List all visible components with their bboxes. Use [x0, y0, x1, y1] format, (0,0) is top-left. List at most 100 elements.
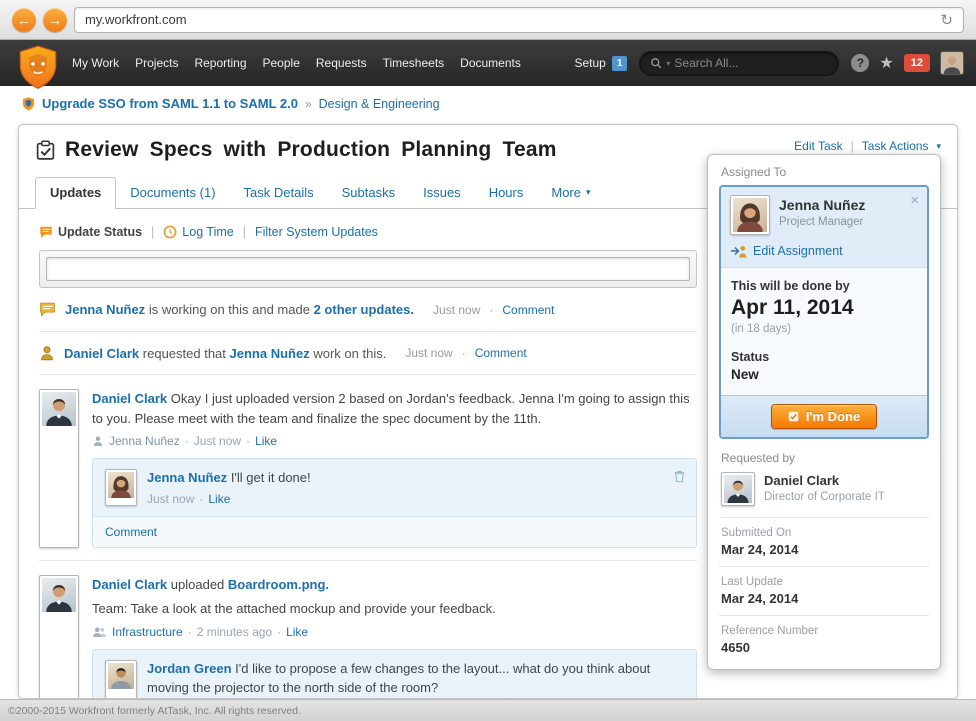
done-by-date: Apr 11, 2014 — [731, 296, 917, 320]
requested-by-label: Requested by — [721, 451, 929, 465]
browser-back-button[interactable]: ← — [12, 8, 36, 32]
copyright-text: ©2000-2015 Workfront formerly AtTask, In… — [8, 705, 301, 717]
comment-link[interactable]: Comment — [502, 303, 554, 317]
assignee-name: Jenna Nuñez — [779, 197, 865, 213]
task-actions-caret-icon[interactable]: ▾ — [936, 141, 941, 152]
breadcrumb-portfolio-link[interactable]: Design & Engineering — [319, 97, 440, 111]
tab-more-caret-icon: ▾ — [586, 187, 591, 198]
tab-issues[interactable]: Issues — [409, 178, 475, 208]
trash-icon — [673, 469, 686, 483]
actions-divider: | — [851, 139, 854, 153]
feed-name-link[interactable]: Daniel Clark — [64, 346, 139, 361]
clock-icon — [163, 225, 177, 239]
team-tag-link[interactable]: Infrastructure — [112, 625, 183, 639]
delete-comment-button[interactable] — [673, 469, 686, 483]
avatar-daniel — [39, 389, 79, 548]
meta-dot: · — [489, 303, 493, 317]
avatar-jenna — [105, 469, 137, 506]
tab-subtasks[interactable]: Subtasks — [328, 178, 409, 208]
setup-label: Setup — [574, 56, 605, 70]
browser-forward-button[interactable]: → — [43, 8, 67, 32]
tab-documents[interactable]: Documents (1) — [116, 178, 229, 208]
post-author-link[interactable]: Daniel Clark — [92, 577, 167, 592]
comment-timestamp: Just now — [147, 492, 194, 506]
tab-updates[interactable]: Updates — [35, 177, 116, 209]
post-timestamp: Just now — [194, 434, 241, 448]
like-link[interactable]: Like — [286, 625, 308, 639]
comment-thread: Jordan Green I'd like to propose a few c… — [92, 649, 697, 699]
tab-more[interactable]: More ▾ — [537, 178, 604, 208]
nav-my-work[interactable]: My Work — [72, 56, 119, 70]
avatar-daniel — [721, 472, 755, 506]
breadcrumb-project-link[interactable]: Upgrade SSO from SAML 1.1 to SAML 2.0 — [42, 96, 298, 111]
user-avatar[interactable] — [940, 51, 964, 75]
search-input[interactable] — [674, 56, 828, 70]
submitted-on-block: Submitted On Mar 24, 2014 — [719, 518, 929, 567]
comment-author-link[interactable]: Jenna Nuñez — [147, 470, 227, 485]
post-verb: uploaded — [171, 577, 225, 592]
tab-task-details[interactable]: Task Details — [230, 178, 328, 208]
nav-timesheets[interactable]: Timesheets — [383, 56, 445, 70]
done-by-relative: (in 18 days) — [731, 323, 917, 335]
nav-setup[interactable]: Setup 1 — [574, 56, 627, 71]
last-update-label: Last Update — [721, 576, 929, 588]
comment-item: Jordan Green I'd like to propose a few c… — [93, 650, 696, 699]
workfront-logo-icon[interactable] — [18, 45, 58, 89]
updates-stream: Update Status | Log Time | Filter System… — [39, 225, 697, 699]
comment-link[interactable]: Comment — [475, 346, 527, 360]
feed-name-link[interactable]: Jenna Nuñez — [230, 346, 310, 361]
update-status-label: Update Status — [58, 225, 142, 239]
task-actions-menu[interactable]: Task Actions — [862, 139, 929, 153]
like-link[interactable]: Like — [255, 434, 277, 448]
document-link[interactable]: Boardroom.png. — [228, 577, 329, 592]
last-update-value: Mar 24, 2014 — [721, 591, 929, 606]
nav-people[interactable]: People — [263, 56, 300, 70]
add-comment-link[interactable]: Comment — [105, 525, 157, 539]
search-icon — [650, 57, 662, 69]
refresh-icon[interactable]: ↻ — [940, 11, 953, 29]
nav-documents[interactable]: Documents — [460, 56, 521, 70]
tagged-user[interactable]: Jenna Nuñez — [109, 434, 180, 448]
last-update-block: Last Update Mar 24, 2014 — [719, 567, 929, 616]
feed-text: is working on this and made — [149, 302, 310, 317]
help-icon[interactable]: ? — [851, 54, 869, 72]
edit-assignment-label: Edit Assignment — [753, 244, 843, 258]
requester-name: Daniel Clark — [764, 473, 885, 488]
setup-badge: 1 — [612, 56, 628, 71]
top-navigation: My Work Projects Reporting People Reques… — [0, 40, 976, 86]
task-header-actions: Edit Task | Task Actions ▾ — [794, 139, 941, 153]
post-author-link[interactable]: Daniel Clark — [92, 391, 167, 406]
edit-assignment-button[interactable]: Edit Assignment — [730, 244, 918, 258]
im-done-button[interactable]: I'm Done — [771, 404, 877, 429]
nav-projects[interactable]: Projects — [135, 56, 178, 70]
meta-dot: · — [188, 625, 192, 639]
notifications-badge[interactable]: 12 — [904, 54, 930, 72]
nav-requests[interactable]: Requests — [316, 56, 367, 70]
post-timestamp: 2 minutes ago — [197, 625, 272, 639]
nav-reporting[interactable]: Reporting — [194, 56, 246, 70]
favorites-icon[interactable]: ★ — [879, 53, 893, 73]
edit-task-link[interactable]: Edit Task — [794, 139, 842, 153]
filter-system-updates-button[interactable]: Filter System Updates — [255, 225, 378, 239]
system-update-row: Daniel Clark requested that Jenna Nuñez … — [39, 332, 697, 375]
reference-number-value: 4650 — [721, 640, 929, 655]
update-input[interactable] — [46, 257, 690, 281]
assignee-role: Project Manager — [779, 216, 865, 228]
other-updates-link[interactable]: 2 other updates. — [314, 302, 414, 317]
like-link[interactable]: Like — [208, 492, 230, 506]
remove-assignee-button[interactable]: × — [910, 192, 919, 209]
search-box[interactable]: ▾ — [639, 51, 839, 76]
tab-hours[interactable]: Hours — [475, 178, 538, 208]
speech-bubble-icon — [39, 225, 53, 239]
update-status-button[interactable]: Update Status — [39, 225, 142, 239]
filter-label: Filter System Updates — [255, 225, 378, 239]
log-time-button[interactable]: Log Time — [163, 225, 233, 239]
task-summary-panel: Assigned To × Jenna Nuñez Project Manage… — [707, 154, 941, 670]
status-label: Status — [731, 350, 917, 364]
address-bar[interactable]: my.workfront.com ↻ — [74, 7, 964, 33]
comment-author-link[interactable]: Jordan Green — [147, 661, 232, 676]
post-meta: Infrastructure · 2 minutes ago · Like — [92, 625, 697, 639]
feed-name-link[interactable]: Jenna Nuñez — [65, 302, 145, 317]
search-caret-icon[interactable]: ▾ — [666, 59, 670, 68]
post-text: Okay I just uploaded version 2 based on … — [92, 391, 690, 426]
